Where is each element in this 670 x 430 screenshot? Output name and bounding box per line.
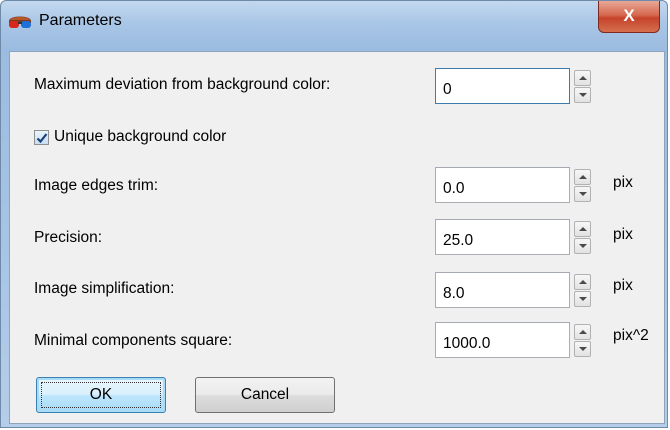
ok-button-label: OK	[89, 386, 113, 403]
arrow-down-icon	[579, 347, 587, 351]
precision-unit: pix	[613, 226, 633, 243]
unique-background-label[interactable]: Unique background color	[54, 127, 226, 147]
close-button[interactable]: X	[598, 1, 660, 33]
edges-trim-spinbox	[435, 167, 595, 203]
arrow-up-icon	[579, 330, 587, 334]
simplification-input[interactable]	[435, 272, 570, 308]
precision-spinbox	[435, 219, 595, 255]
min-components-input[interactable]	[435, 322, 570, 358]
edges-trim-unit: pix	[613, 174, 633, 191]
precision-input[interactable]	[435, 219, 570, 255]
cancel-button[interactable]: Cancel	[195, 377, 335, 413]
max-deviation-label: Maximum deviation from background color:	[34, 76, 331, 93]
3d-glasses-icon	[8, 13, 32, 31]
arrow-down-icon	[579, 297, 587, 301]
unique-background-checkbox[interactable]	[34, 130, 49, 145]
max-deviation-input[interactable]	[435, 68, 570, 104]
checkmark-icon	[36, 133, 48, 144]
edges-trim-label: Image edges trim:	[34, 177, 159, 194]
spin-down-button[interactable]	[574, 341, 591, 357]
simplification-label: Image simplification:	[34, 280, 175, 297]
min-components-label: Minimal components square:	[34, 332, 233, 349]
spin-down-button[interactable]	[574, 186, 591, 202]
arrow-up-icon	[579, 175, 587, 179]
arrow-up-icon	[579, 76, 587, 80]
simplification-spin-buttons	[574, 274, 591, 308]
close-icon: X	[623, 6, 635, 25]
simplification-spinbox	[435, 272, 595, 308]
edges-trim-spin-buttons	[574, 169, 591, 203]
parameters-dialog: Parameters X Maximum deviation from back…	[0, 0, 668, 428]
ok-button[interactable]: OK	[36, 377, 166, 413]
arrow-down-icon	[579, 244, 587, 248]
min-components-unit: pix^2	[613, 327, 649, 344]
min-components-spin-buttons	[574, 324, 591, 358]
edges-trim-input[interactable]	[435, 167, 570, 203]
spin-down-button[interactable]	[574, 87, 591, 103]
dialog-body: Maximum deviation from background color:…	[9, 51, 665, 424]
precision-spin-buttons	[574, 221, 591, 255]
simplification-unit: pix	[613, 277, 633, 294]
spin-up-button[interactable]	[574, 324, 591, 340]
spin-up-button[interactable]	[574, 221, 591, 237]
spin-down-button[interactable]	[574, 238, 591, 254]
window-title: Parameters	[39, 12, 122, 29]
max-deviation-spinbox	[435, 68, 595, 104]
spin-up-button[interactable]	[574, 169, 591, 185]
arrow-down-icon	[579, 192, 587, 196]
arrow-up-icon	[579, 280, 587, 284]
precision-label: Precision:	[34, 229, 103, 246]
spin-up-button[interactable]	[574, 70, 591, 86]
arrow-up-icon	[579, 227, 587, 231]
spin-down-button[interactable]	[574, 291, 591, 307]
arrow-down-icon	[579, 93, 587, 97]
spin-up-button[interactable]	[574, 274, 591, 290]
max-deviation-spin-buttons	[574, 70, 591, 104]
title-bar[interactable]: Parameters X	[1, 1, 667, 41]
cancel-button-label: Cancel	[240, 386, 290, 403]
min-components-spinbox	[435, 322, 595, 358]
